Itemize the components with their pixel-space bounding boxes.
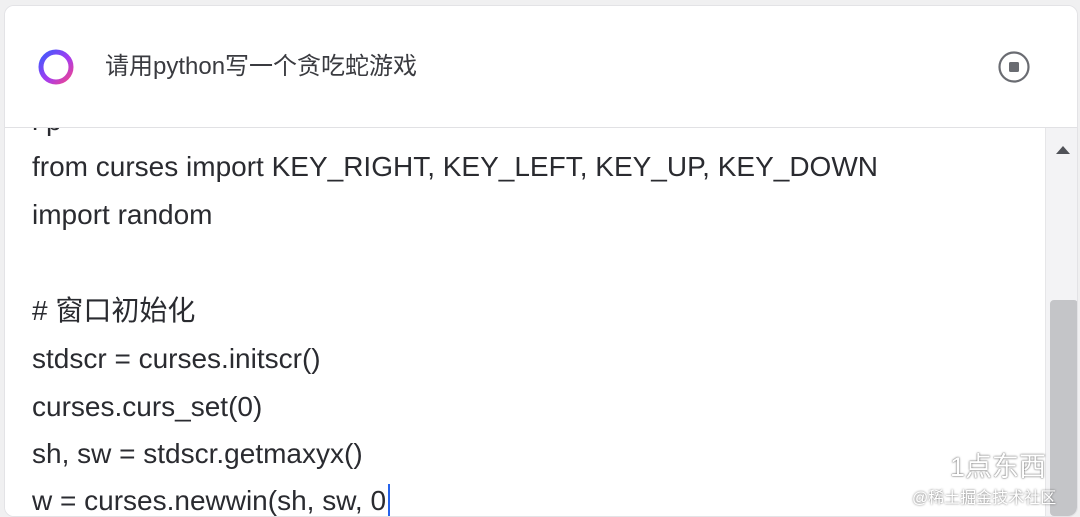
code-line: stdscr = curses.initscr()	[32, 343, 321, 374]
code-line-text: w = curses.newwin(sh, sw, 0	[32, 485, 387, 516]
code-line: sh, sw = stdscr.getmaxyx()	[32, 438, 363, 469]
watermark: 1点东西	[900, 446, 1046, 482]
watermark-sub: @稀土掘金技术社区	[912, 490, 1057, 507]
scroll-up-arrow-icon[interactable]	[1056, 146, 1070, 154]
assistant-ring-logo-icon	[38, 49, 74, 85]
text-caret	[388, 484, 391, 516]
code-output[interactable]: i p from curses import KEY_RIGHT, KEY_LE…	[5, 128, 1045, 516]
vertical-scrollbar[interactable]	[1045, 128, 1077, 516]
code-line-current: w = curses.newwin(sh, sw, 0	[32, 484, 391, 516]
stop-generation-button[interactable]	[997, 50, 1031, 84]
partial-code-line: i p	[32, 128, 62, 138]
chat-panel: 请用python写一个贪吃蛇游戏 i p from curses import …	[4, 5, 1078, 517]
code-line: import random	[32, 199, 213, 230]
code-line: from curses import KEY_RIGHT, KEY_LEFT, …	[32, 151, 878, 182]
code-line: curses.curs_set(0)	[32, 391, 263, 422]
watermark-label: 1点东西	[950, 451, 1047, 482]
user-prompt-text: 请用python写一个贪吃蛇游戏	[105, 53, 418, 80]
prompt-header: 请用python写一个贪吃蛇游戏	[5, 6, 1077, 128]
wechat-icon	[901, 448, 942, 479]
code-comment-line: # 窗口初始化	[32, 295, 196, 326]
